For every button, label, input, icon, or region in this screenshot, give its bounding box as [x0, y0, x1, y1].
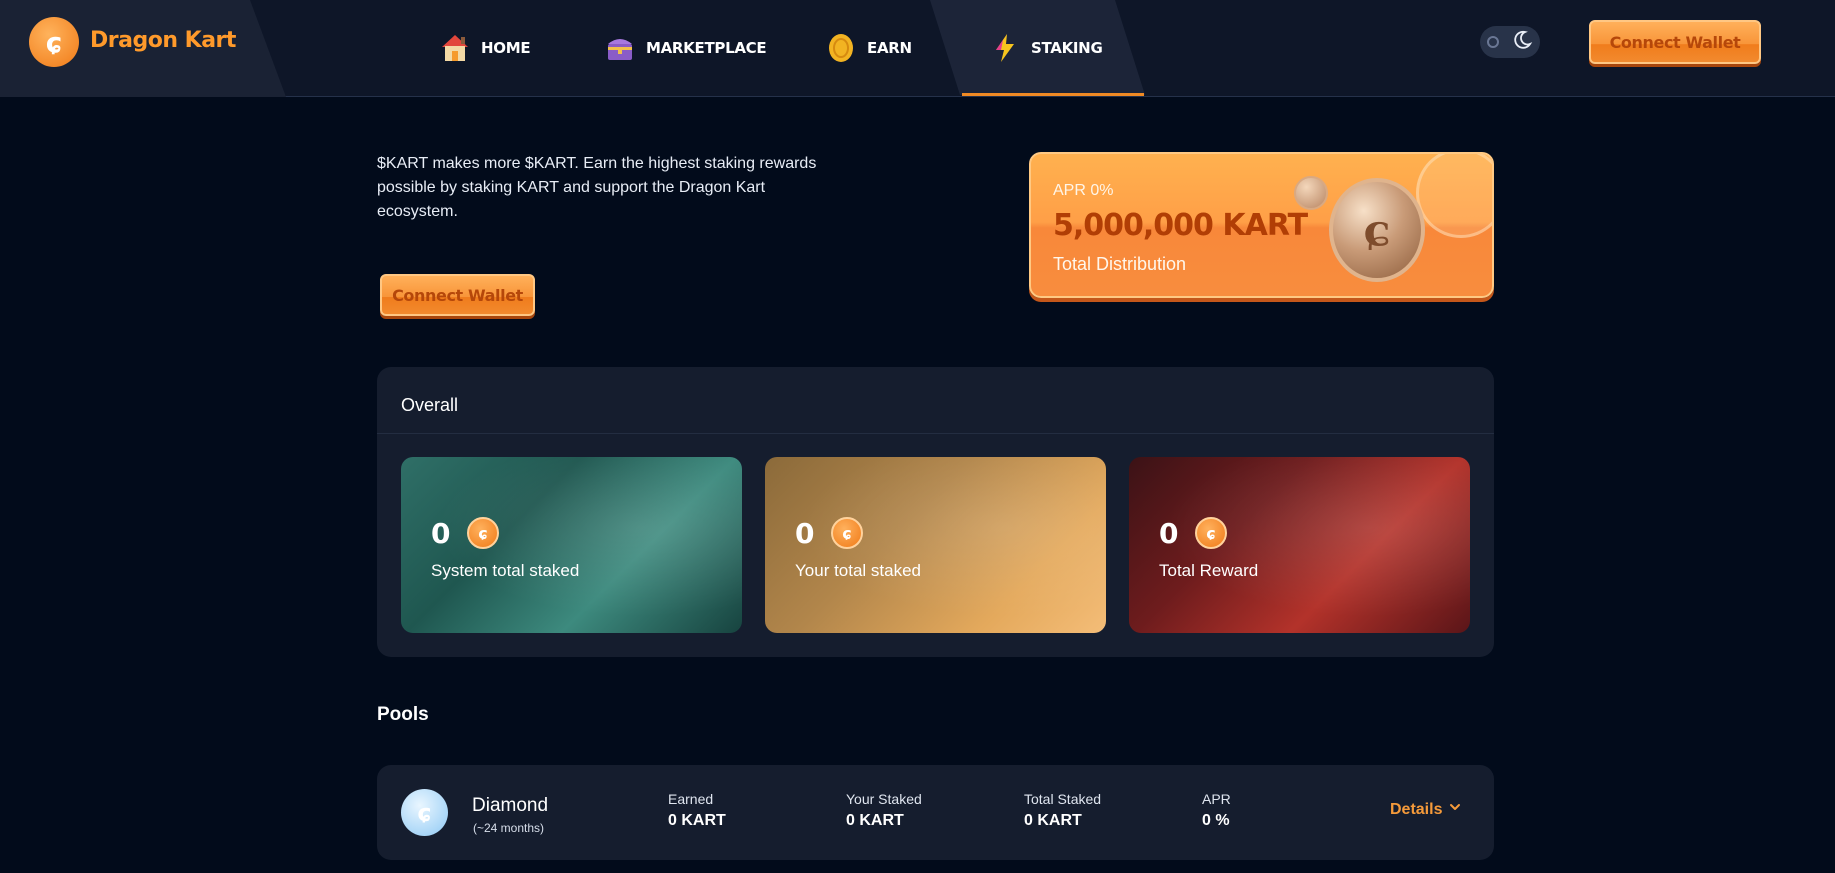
nav-item-home[interactable]: HOME — [439, 0, 531, 95]
system-total-staked-card: 0 ɕ System total staked — [401, 457, 742, 633]
top-nav-bar: ɕ Dragon Kart HOME MARKETPLACE EARN STAK… — [0, 0, 1835, 97]
lightning-icon — [989, 32, 1021, 64]
theme-toggle[interactable] — [1480, 26, 1540, 58]
pool-apr: APR 0 % — [1202, 791, 1231, 829]
connect-wallet-button[interactable]: Connect Wallet — [380, 274, 535, 316]
kart-coin-icon: ɕ — [1195, 517, 1227, 549]
nav-label: EARN — [867, 38, 912, 57]
nav-label: STAKING — [1031, 38, 1103, 57]
total-distribution-label: Total Distribution — [1053, 254, 1187, 274]
stat-value: 0 — [1159, 517, 1179, 550]
moon-icon — [1511, 29, 1533, 56]
chevron-down-icon — [1448, 800, 1462, 819]
diamond-pool-icon: ɕ — [401, 789, 448, 836]
stat-value: 0 — [795, 517, 815, 550]
kart-coin-icon: ɕ — [831, 517, 863, 549]
total-reward-card: 0 ɕ Total Reward — [1129, 457, 1470, 633]
connect-wallet-button[interactable]: Connect Wallet — [1589, 20, 1761, 64]
your-total-staked-card: 0 ɕ Your total staked — [765, 457, 1106, 633]
divider — [377, 433, 1494, 434]
pool-duration: (~24 months) — [473, 821, 545, 835]
overall-title: Overall — [401, 395, 459, 415]
pool-row-diamond[interactable]: ɕ Diamond (~24 months) Earned 0 KART You… — [377, 765, 1494, 860]
overall-panel: Overall 0 ɕ System total staked 0 ɕ Your… — [377, 367, 1494, 657]
kart-coin-icon: ɕ — [467, 517, 499, 549]
house-icon — [439, 32, 471, 64]
nav-item-earn[interactable]: EARN — [825, 0, 912, 95]
kart-coin-icon: ɕ — [1329, 178, 1425, 282]
details-label: Details — [1390, 800, 1443, 818]
stat-label: System total staked — [431, 561, 580, 580]
staking-description: $KART makes more $KART. Earn the highest… — [377, 155, 817, 220]
brand-name[interactable]: Dragon Kart — [90, 28, 236, 53]
coin-icon — [825, 32, 857, 64]
sun-icon — [1487, 36, 1499, 48]
pool-name: Diamond — [472, 795, 549, 816]
nav-label: HOME — [481, 38, 531, 57]
coin-watermark-icon — [1416, 154, 1492, 238]
small-coin-icon — [1294, 176, 1328, 210]
pool-your-staked: Your Staked 0 KART — [846, 791, 922, 829]
stat-label: Total Reward — [1159, 561, 1259, 580]
apr-card: ɕ APR 0% 5,000,000 KART Total Distributi… — [1029, 152, 1494, 298]
treasure-chest-icon — [604, 32, 636, 64]
stat-value: 0 — [431, 517, 451, 550]
nav-item-staking[interactable]: STAKING — [989, 0, 1103, 95]
stat-label: Your total staked — [795, 561, 922, 580]
nav-item-marketplace[interactable]: MARKETPLACE — [604, 0, 767, 95]
pool-total-staked: Total Staked 0 KART — [1024, 791, 1102, 829]
dragon-logo-icon[interactable]: ɕ — [29, 17, 79, 67]
nav-label: MARKETPLACE — [646, 38, 767, 57]
total-distribution-amount: 5,000,000 KART — [1053, 208, 1308, 243]
details-button[interactable]: Details — [1390, 800, 1462, 819]
pools-title: Pools — [377, 704, 429, 725]
apr-label: APR 0% — [1053, 182, 1114, 199]
pool-earned: Earned 0 KART — [668, 791, 726, 829]
